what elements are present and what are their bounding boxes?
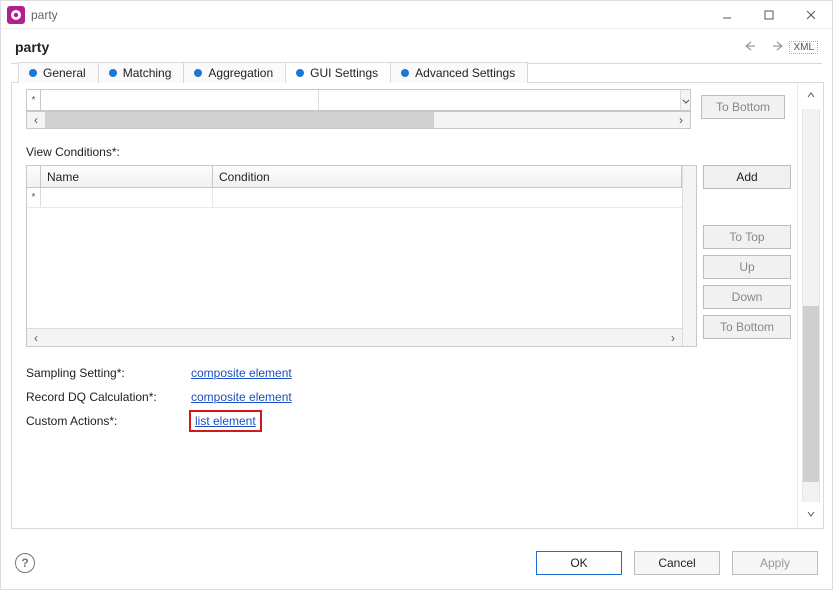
to-bottom-button[interactable]: To Bottom [701,95,785,119]
tab-label: Matching [123,66,172,80]
top-grid-hscroll[interactable]: ‹ › [26,111,691,129]
tab-dot-icon [401,69,409,77]
view-conditions-label: View Conditions*: [26,145,791,159]
view-conditions-grid[interactable]: Name Condition * [26,165,697,347]
grid-col-name[interactable]: Name [41,166,213,187]
grid-col-condition[interactable]: Condition [213,166,682,187]
tab-dot-icon [296,69,304,77]
tab-gui-settings[interactable]: GUI Settings [285,62,391,83]
grid-new-row-marker: * [27,90,41,110]
app-icon [7,6,25,24]
tab-label: Advanced Settings [415,66,515,80]
cancel-button[interactable]: Cancel [634,551,720,575]
apply-button[interactable]: Apply [732,551,818,575]
tab-aggregation[interactable]: Aggregation [183,62,286,83]
sampling-setting-label: Sampling Setting*: [26,366,191,380]
maximize-button[interactable] [748,1,790,29]
nav-forward-icon[interactable] [767,40,783,55]
record-dq-link[interactable]: composite element [191,390,292,404]
tab-dot-icon [29,69,37,77]
view-grid-hscroll[interactable]: ‹ › [27,328,682,346]
close-button[interactable] [790,1,832,29]
tab-label: Aggregation [208,66,273,80]
nav-back-icon[interactable] [745,40,761,55]
view-grid-vscroll[interactable] [682,166,696,346]
minimize-button[interactable] [706,1,748,29]
tab-advanced-settings[interactable]: Advanced Settings [390,62,528,83]
top-grid-vscroll[interactable] [680,90,690,110]
panel-scrollbar[interactable] [802,109,820,502]
ok-button[interactable]: OK [536,551,622,575]
custom-actions-link[interactable]: list element [191,412,260,430]
grid-new-row-marker: * [27,188,41,207]
table-row[interactable]: * [27,188,682,208]
to-top-button[interactable]: To Top [703,225,791,249]
custom-actions-label: Custom Actions*: [26,414,191,428]
scroll-right-icon[interactable]: › [664,331,682,345]
scroll-right-icon[interactable]: › [672,112,690,128]
help-icon[interactable]: ? [15,553,35,573]
tab-label: GUI Settings [310,66,378,80]
to-bottom-button-2[interactable]: To Bottom [703,315,791,339]
grid-rowhdr-col [27,166,41,187]
sampling-setting-link[interactable]: composite element [191,366,292,380]
up-button[interactable]: Up [703,255,791,279]
tab-matching[interactable]: Matching [98,62,185,83]
scroll-left-icon[interactable]: ‹ [27,112,45,128]
tab-dot-icon [194,69,202,77]
down-button[interactable]: Down [703,285,791,309]
tab-dot-icon [109,69,117,77]
window-title: party [31,8,706,22]
tab-general[interactable]: General [18,62,99,83]
add-button[interactable]: Add [703,165,791,189]
top-grid[interactable]: * [26,89,691,111]
xml-toggle[interactable]: XML [789,41,818,54]
scroll-left-icon[interactable]: ‹ [27,331,45,345]
record-dq-label: Record DQ Calculation*: [26,390,191,404]
panel-scroll-down-icon[interactable] [806,502,816,528]
page-title: party [15,39,49,55]
panel-scroll-up-icon[interactable] [806,83,816,109]
tab-label: General [43,66,86,80]
